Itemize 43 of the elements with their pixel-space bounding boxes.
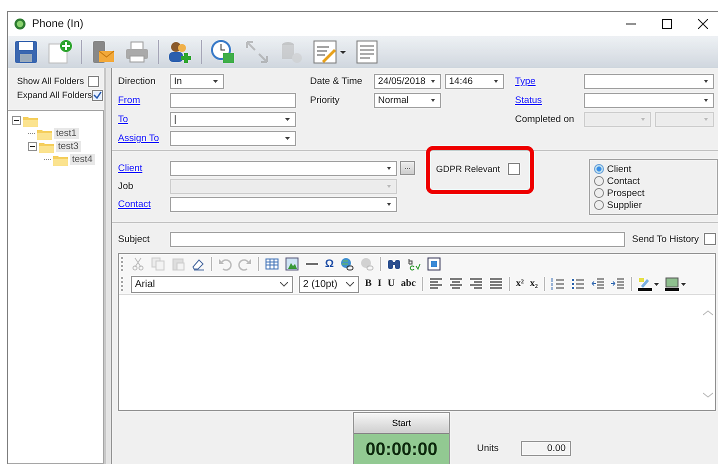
folder-label[interactable]: test1 <box>54 128 79 139</box>
units-field[interactable]: 0.00 <box>520 441 571 456</box>
font-dropdown[interactable]: Arial <box>131 276 293 292</box>
field-link[interactable]: To <box>118 114 170 125</box>
date-dropdown[interactable]: 24/05/2018 <box>374 74 441 89</box>
field-link[interactable]: Contact <box>118 198 170 210</box>
field-link[interactable]: Status <box>515 95 584 106</box>
field-label: Direction <box>118 76 156 87</box>
option-label: Expand All Folders <box>17 90 92 100</box>
folder-label[interactable]: test3 <box>56 141 81 152</box>
field-link[interactable]: From <box>118 95 170 106</box>
option-label: Show All Folders <box>17 76 84 86</box>
field-link[interactable]: Type <box>515 76 584 87</box>
radio-label: Contact <box>607 176 640 186</box>
format-button[interactable]: U <box>388 277 395 291</box>
radio-label: Prospect <box>607 188 644 198</box>
field-label: Units <box>477 443 499 454</box>
time-dropdown[interactable]: 14:46 <box>445 74 504 89</box>
radio-label: Client <box>607 164 632 174</box>
checkbox-label: Send To History <box>632 234 699 244</box>
dropdown[interactable]: Normal <box>374 93 441 108</box>
field-label: Job <box>118 180 134 192</box>
font-size-dropdown[interactable]: 2 (10pt) <box>299 276 359 292</box>
checkbox-label: GDPR Relevant <box>436 164 500 174</box>
format-button[interactable]: x² <box>516 277 524 291</box>
format-button[interactable]: abc <box>400 277 416 291</box>
folder-label[interactable]: test4 <box>70 154 95 165</box>
format-button[interactable]: B <box>365 277 372 291</box>
field-label: Date & Time <box>310 76 364 87</box>
field-label: Completed on <box>515 114 576 125</box>
dropdown[interactable]: In <box>170 74 224 89</box>
field-link[interactable]: Assign To <box>118 133 170 144</box>
timer-display: 00:00:00 <box>354 434 449 464</box>
field-label: Subject <box>118 234 151 244</box>
field-label: Priority <box>310 95 341 106</box>
format-button[interactable]: x₂ <box>530 277 538 291</box>
radio-label: Supplier <box>607 200 642 210</box>
start-button[interactable]: Start <box>354 413 449 434</box>
window-title: Phone (In) <box>32 18 84 30</box>
dropdown[interactable]: | <box>170 112 296 127</box>
field-link[interactable]: Client <box>118 162 170 174</box>
format-button[interactable]: I <box>378 277 382 291</box>
symbol-button[interactable]: Ω <box>325 257 334 271</box>
